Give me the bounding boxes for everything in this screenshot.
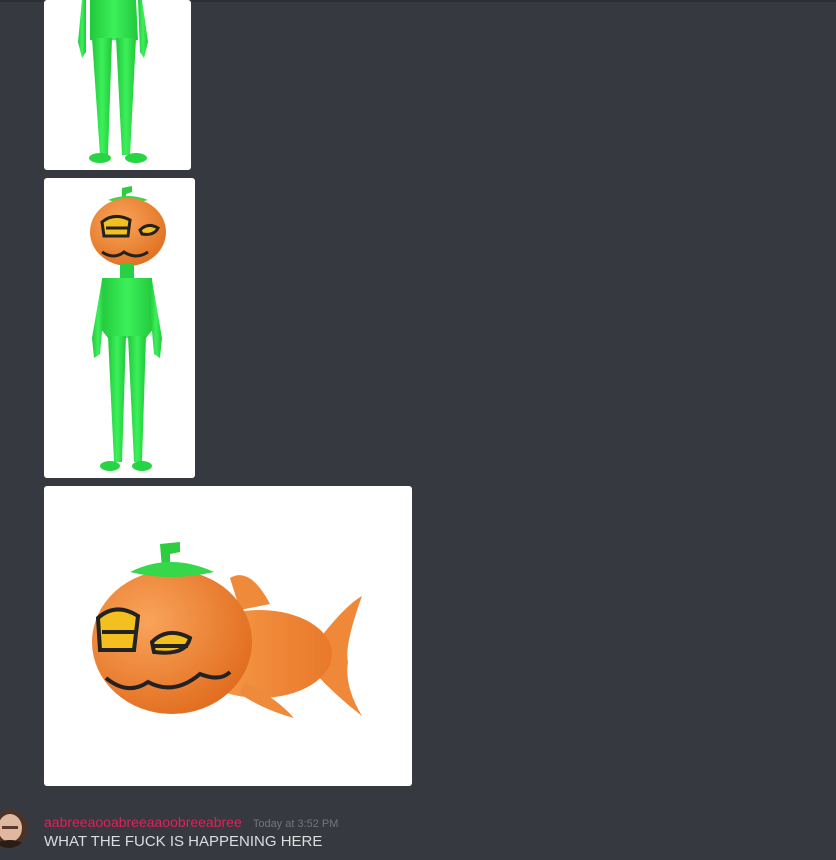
message-text: WHAT THE FUCK IS HAPPENING HERE: [44, 833, 323, 850]
green-figure-image: [78, 0, 148, 163]
image-attachment-pumpkin-fish[interactable]: [44, 486, 412, 786]
chat-message: aabreeaooabreeaaoobreeabree Today at 3:5…: [0, 806, 836, 860]
message-header: aabreeaooabreeaaoobreeabree Today at 3:5…: [44, 812, 338, 831]
username[interactable]: aabreeaooabreeaaoobreeabree: [44, 814, 242, 830]
pumpkin-fish-image: [92, 542, 362, 718]
image-attachment-green-figure[interactable]: [44, 0, 191, 170]
pumpkin-figure-image: [90, 186, 166, 471]
image-attachment-pumpkin-figure[interactable]: [44, 178, 195, 478]
avatar-image: [0, 810, 28, 848]
message-timestamp: Today at 3:52 PM: [252, 818, 339, 830]
user-avatar[interactable]: [0, 810, 28, 848]
